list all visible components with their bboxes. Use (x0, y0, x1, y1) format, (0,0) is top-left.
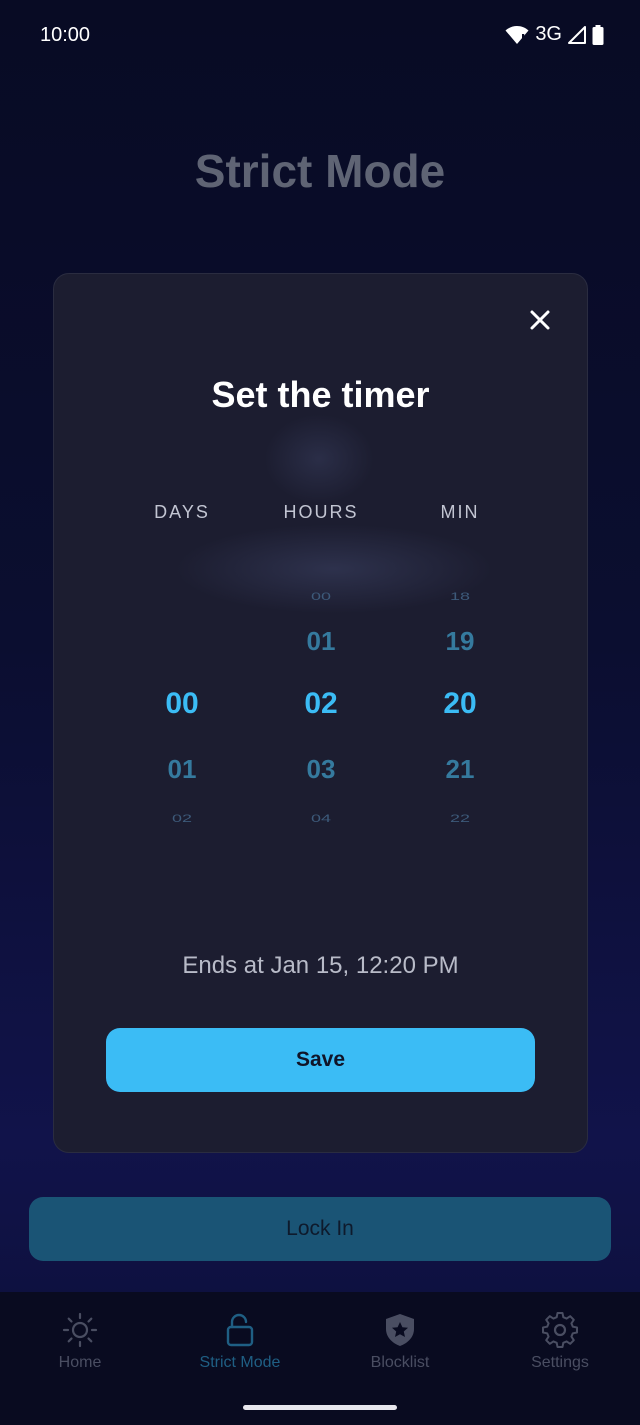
nav-label-strict-mode: Strict Mode (199, 1354, 281, 1371)
nav-label-settings: Settings (531, 1354, 589, 1371)
hours-selected-value[interactable]: 02 (251, 687, 391, 721)
lock-in-button[interactable]: Lock In (29, 1197, 611, 1261)
nav-item-blocklist[interactable]: Blocklist (320, 1312, 480, 1382)
status-indicators: 3G (505, 23, 604, 46)
nav-label-home: Home (58, 1354, 102, 1371)
close-icon (530, 310, 550, 330)
home-indicator[interactable] (243, 1405, 397, 1410)
wifi-icon (505, 25, 529, 44)
hours-option[interactable]: 03 (251, 754, 391, 785)
minutes-option[interactable]: 18 (390, 590, 530, 603)
minutes-option[interactable]: 21 (390, 754, 530, 785)
dialog-title: Set the timer (211, 374, 430, 415)
days-selected-value[interactable]: 00 (112, 687, 252, 721)
nav-item-strict-mode[interactable]: Strict Mode (160, 1312, 320, 1382)
days-option[interactable]: 02 (112, 812, 252, 825)
timer-dialog: Set the timer DAYS HOURS MIN 00 01 02 00… (53, 273, 588, 1153)
nav-item-settings[interactable]: Settings (480, 1312, 640, 1382)
minutes-picker[interactable]: 18 19 20 21 22 (390, 574, 530, 824)
hours-header: HOURS (283, 502, 359, 522)
hours-option[interactable]: 01 (251, 626, 391, 657)
nav-item-home[interactable]: Home (0, 1312, 160, 1382)
save-button[interactable]: Save (106, 1028, 535, 1092)
minutes-header: MIN (440, 502, 480, 522)
minutes-option[interactable]: 22 (390, 812, 530, 825)
dialog-glow-top (264, 414, 374, 504)
status-time: 10:00 (40, 24, 91, 46)
nav-label-blocklist: Blocklist (370, 1354, 430, 1371)
unlock-icon (226, 1313, 254, 1347)
gear-icon (542, 1312, 578, 1348)
ends-at-text: Ends at Jan 15, 12:20 PM (182, 952, 459, 979)
hours-option[interactable]: 00 (251, 590, 391, 603)
page-title: Strict Mode (194, 145, 446, 197)
days-header: DAYS (154, 502, 210, 522)
signal-icon (568, 25, 586, 44)
shield-star-icon (386, 1314, 414, 1346)
sun-icon (62, 1312, 98, 1348)
days-picker[interactable]: 00 01 02 (112, 574, 252, 824)
battery-icon (592, 24, 604, 45)
hours-picker[interactable]: 00 01 02 03 04 (251, 574, 391, 824)
minutes-option[interactable]: 19 (390, 626, 530, 657)
minutes-selected-value[interactable]: 20 (390, 687, 530, 721)
close-button[interactable] (524, 304, 556, 336)
days-option[interactable]: 01 (112, 754, 252, 785)
status-bar: 10:00 3G (0, 0, 640, 72)
hours-option[interactable]: 04 (251, 812, 391, 825)
network-type: 3G (535, 23, 562, 45)
